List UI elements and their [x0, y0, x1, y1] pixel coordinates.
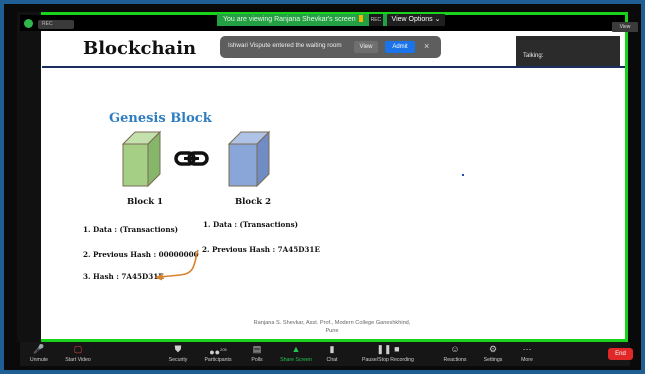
participants-count: 205 — [220, 347, 227, 352]
settings-label: Settings — [483, 357, 503, 363]
block1-cube — [121, 130, 162, 188]
block2-data: 1. Data : (Transactions) — [203, 220, 299, 229]
more-button[interactable]: ⋯ More — [514, 344, 540, 363]
participants-button[interactable]: ●●205 Participants — [198, 344, 238, 363]
block2-cube — [227, 130, 271, 188]
notification-view-button[interactable]: View — [354, 41, 378, 53]
pause-stop-icon: ❚❚ ■ — [376, 344, 400, 354]
slide-title-underline — [42, 66, 625, 68]
genesis-block-heading: Genesis Block — [109, 111, 212, 126]
unmute-label: Unmute — [29, 357, 49, 363]
talking-panel: Talking: — [516, 36, 620, 66]
chat-bubble-icon: ▮ — [329, 344, 335, 354]
reactions-label: Reactions — [443, 357, 467, 363]
bar-chart-icon: ▤ — [252, 344, 262, 354]
block2-prev-hash: 2. Previous Hash : 7A45D31E — [202, 245, 320, 254]
credit-line-1: Ranjana S. Shevkar, Asst. Prof., Modern … — [253, 320, 411, 326]
unmute-button[interactable]: 🎤 Unmute — [24, 344, 54, 363]
people-icon: ●●205 — [209, 347, 227, 357]
settings-button[interactable]: ⚙ Settings — [478, 344, 508, 363]
talking-label: Talking: — [523, 53, 544, 59]
viewing-banner-text: You are viewing Ranjana Shevkar's screen — [223, 16, 356, 23]
start-video-button[interactable]: ▢ Start Video — [60, 344, 96, 363]
hash-link-arrow — [155, 249, 199, 281]
block1-label: Block 1 — [127, 197, 164, 207]
view-options-button[interactable]: View Options ⌄ — [387, 14, 445, 26]
gear-icon: ⚙ — [488, 344, 498, 354]
share-screen-label: Share Screen — [280, 357, 312, 363]
block-diagram — [121, 130, 271, 188]
slide-title: Blockchain — [83, 38, 197, 59]
pointer-dot — [462, 174, 464, 176]
close-icon[interactable]: × — [424, 40, 429, 52]
participants-label: Participants — [204, 357, 232, 363]
viewing-screen-banner: You are viewing Ranjana Shevkar's screen… — [217, 14, 387, 26]
chat-button[interactable]: ▮ Chat — [320, 344, 344, 363]
credit-line-2: Pune — [325, 328, 339, 334]
block2-label: Block 2 — [235, 197, 272, 207]
recording-label: Pause/Stop Recording — [362, 357, 414, 363]
ellipsis-icon: ⋯ — [522, 344, 532, 354]
left-gutter — [17, 12, 41, 342]
emoji-icon: ☺ — [450, 344, 460, 354]
security-label: Security — [168, 357, 188, 363]
flag-icon — [358, 15, 363, 22]
waiting-room-notification: Ishwari Vispute entered the waiting room… — [220, 36, 441, 58]
start-video-label: Start Video — [65, 357, 91, 363]
shield-icon: ⛊ — [174, 344, 182, 354]
notification-text: Ishwari Vispute entered the waiting room — [228, 42, 342, 49]
share-screen-button[interactable]: ▲ Share Screen — [276, 344, 316, 363]
recording-indicator[interactable]: REC — [38, 20, 74, 29]
video-off-icon: ▢ — [73, 344, 83, 354]
more-label: More — [521, 357, 533, 363]
reactions-button[interactable]: ☺ Reactions — [440, 344, 470, 363]
security-shield-icon — [24, 19, 33, 28]
mic-muted-icon: 🎤 — [33, 344, 45, 354]
end-meeting-button[interactable]: End — [608, 348, 633, 360]
share-screen-icon: ▲ — [291, 344, 301, 354]
security-button[interactable]: ⛊ Security — [162, 344, 194, 363]
polls-button[interactable]: ▤ Polls — [244, 344, 270, 363]
chat-label: Chat — [326, 357, 338, 363]
block1-data: 1. Data : (Transactions) — [83, 225, 179, 234]
rec-tag: REC — [368, 14, 384, 26]
admit-button[interactable]: Admit — [385, 41, 415, 53]
pause-stop-recording-button[interactable]: ❚❚ ■ Pause/Stop Recording — [354, 344, 422, 363]
view-button[interactable]: View — [612, 22, 638, 32]
polls-label: Polls — [251, 357, 263, 363]
slide-credit: Ranjana S. Shevkar, Asst. Prof., Modern … — [232, 319, 432, 335]
meeting-toolbar: 🎤 Unmute ▢ Start Video ⛊ Security ●●205 … — [20, 342, 630, 366]
chain-link-icon — [174, 151, 209, 166]
